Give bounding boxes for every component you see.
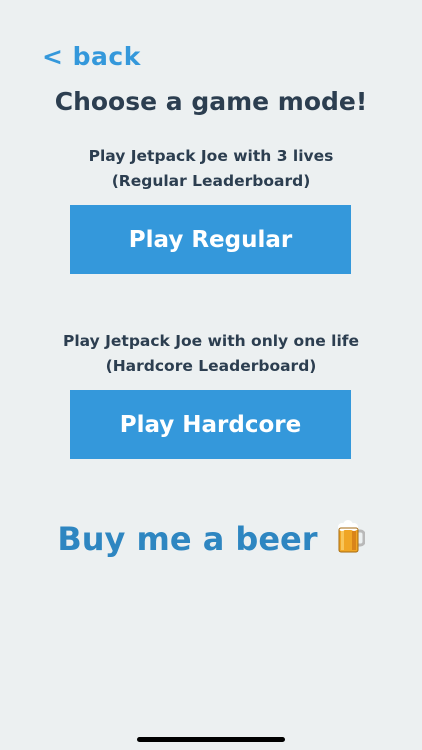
play-regular-button[interactable]: Play Regular (70, 205, 351, 274)
home-indicator (137, 737, 285, 742)
regular-description-line1: Play Jetpack Joe with 3 lives (88, 147, 334, 165)
play-hardcore-button[interactable]: Play Hardcore (70, 390, 351, 459)
page-title: Choose a game mode! (54, 87, 368, 116)
beer-mug-icon (337, 520, 366, 554)
hardcore-mode-description: Play Jetpack Joe with only one life (Har… (0, 329, 422, 379)
buy-me-a-beer-link[interactable]: Buy me a beer (0, 520, 422, 558)
hardcore-description-line1: Play Jetpack Joe with only one life (62, 332, 360, 350)
hardcore-description-line2: (Hardcore Leaderboard) (105, 357, 317, 375)
regular-description-line2: (Regular Leaderboard) (111, 172, 311, 190)
buy-me-a-beer-label: Buy me a beer (57, 520, 318, 558)
regular-mode-description: Play Jetpack Joe with 3 lives (Regular L… (0, 144, 422, 194)
back-link[interactable]: < back (42, 42, 141, 71)
